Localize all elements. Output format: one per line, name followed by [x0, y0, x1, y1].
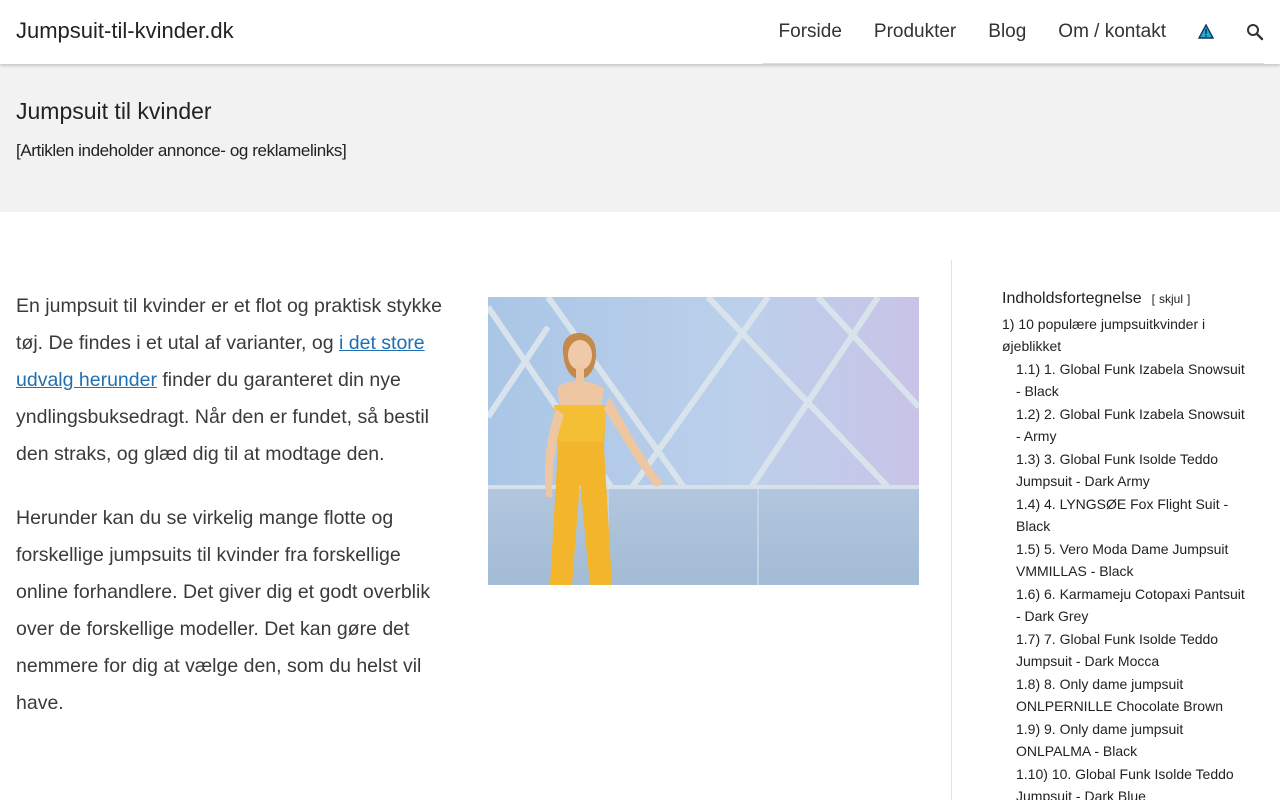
toc-item[interactable]: 1.6) 6. Karmameju Cotopaxi Pantsuit - Da… [1016, 584, 1252, 627]
toc-item[interactable]: 1.10) 10. Global Funk Isolde Teddo Jumps… [1016, 764, 1252, 800]
table-of-contents: Indholdsfortegnelse [ skjul] 1) 10 populæ… [1002, 290, 1252, 800]
toc-item-number: 1.8) [1016, 676, 1041, 692]
page-title: Jumpsuit til kvinder [16, 98, 212, 124]
article-paragraph-2: Herunder kan du se virkelig mange flotte… [16, 507, 431, 714]
toc-item-number: 1) [1002, 316, 1015, 332]
toc-toggle-label: skjul [1159, 292, 1184, 306]
nav-om-kontakt[interactable]: Om / kontakt [1058, 21, 1166, 43]
toc-item-label: 3. Global Funk Isolde Teddo Jumpsuit - D… [1016, 451, 1219, 489]
main-nav: Forside Produkter Blog Om / kontakt [762, 0, 1264, 64]
warning-triangle-icon[interactable] [1198, 24, 1214, 39]
toc-item-label: 2. Global Funk Izabela Snowsuit - Army [1016, 406, 1245, 444]
toc-item-number: 1.4) [1016, 496, 1041, 512]
toc-item-main[interactable]: 1) 10 populære jumpsuitkvinder i øjeblik… [1002, 314, 1252, 357]
toc-item[interactable]: 1.2) 2. Global Funk Izabela Snowsuit - A… [1016, 404, 1252, 447]
page-hero: Jumpsuit til kvinder [Artiklen indeholde… [0, 64, 1280, 212]
toc-item[interactable]: 1.5) 5. Vero Moda Dame Jumpsuit VMMILLAS… [1016, 539, 1252, 582]
toc-title: Indholdsfortegnelse [1002, 290, 1142, 307]
hero-photo-woman-yellow-jumpsuit [488, 297, 919, 585]
toc-header: Indholdsfortegnelse [ skjul] [1002, 290, 1252, 308]
toc-toggle-bracket: ] [1187, 292, 1191, 306]
sidebar-divider [951, 260, 952, 800]
site-brand-link[interactable]: Jumpsuit-til-kvinder.dk [16, 18, 234, 44]
toc-item-label: 5. Vero Moda Dame Jumpsuit VMMILLAS - Bl… [1016, 541, 1229, 579]
toc-item-label: 10. Global Funk Isolde Teddo Jumpsuit - … [1016, 766, 1234, 800]
toc-item-label: 9. Only dame jumpsuit ONLPALMA - Black [1016, 721, 1184, 759]
nav-produkter[interactable]: Produkter [874, 21, 956, 43]
toc-toggle-button[interactable]: [ skjul] [1150, 292, 1193, 306]
article-text: En jumpsuit til kvinder er et flot og pr… [16, 288, 448, 749]
toc-toggle-bracket: [ [1151, 292, 1155, 306]
nav-forside[interactable]: Forside [779, 21, 842, 43]
toc-item[interactable]: 1.3) 3. Global Funk Isolde Teddo Jumpsui… [1016, 449, 1252, 492]
toc-item-label: 4. LYNGSØE Fox Flight Suit - Black [1016, 496, 1229, 534]
toc-item-label: 1. Global Funk Izabela Snowsuit - Black [1016, 361, 1245, 399]
toc-item[interactable]: 1.9) 9. Only dame jumpsuit ONLPALMA - Bl… [1016, 719, 1252, 762]
toc-item-number: 1.7) [1016, 631, 1041, 647]
toc-item-number: 1.5) [1016, 541, 1041, 557]
toc-item[interactable]: 1.1) 1. Global Funk Izabela Snowsuit - B… [1016, 359, 1252, 402]
nav-blog[interactable]: Blog [988, 21, 1026, 43]
toc-item-label: 10 populære jumpsuitkvinder i øjeblikket [1002, 316, 1206, 354]
toc-item-label: 6. Karmameju Cotopaxi Pantsuit - Dark Gr… [1016, 586, 1245, 624]
search-icon[interactable] [1246, 23, 1264, 41]
toc-item-number: 1.6) [1016, 586, 1041, 602]
toc-item-number: 1.3) [1016, 451, 1041, 467]
toc-item-label: 8. Only dame jumpsuit ONLPERNILLE Chocol… [1016, 676, 1223, 714]
toc-item-number: 1.9) [1016, 721, 1041, 737]
ad-disclaimer: [Artiklen indeholder annonce- og reklame… [16, 141, 347, 160]
toc-item-number: 1.2) [1016, 406, 1041, 422]
toc-item[interactable]: 1.7) 7. Global Funk Isolde Teddo Jumpsui… [1016, 629, 1252, 672]
toc-item-label: 7. Global Funk Isolde Teddo Jumpsuit - D… [1016, 631, 1219, 669]
toc-item-number: 1.1) [1016, 361, 1041, 377]
toc-item[interactable]: 1.8) 8. Only dame jumpsuit ONLPERNILLE C… [1016, 674, 1252, 717]
toc-item-number: 1.10) [1016, 766, 1048, 782]
toc-item[interactable]: 1.4) 4. LYNGSØE Fox Flight Suit - Black [1016, 494, 1252, 537]
site-header: Jumpsuit-til-kvinder.dk Forside Produkte… [0, 0, 1280, 64]
article-paragraph-1: En jumpsuit til kvinder er et flot og pr… [16, 288, 448, 473]
